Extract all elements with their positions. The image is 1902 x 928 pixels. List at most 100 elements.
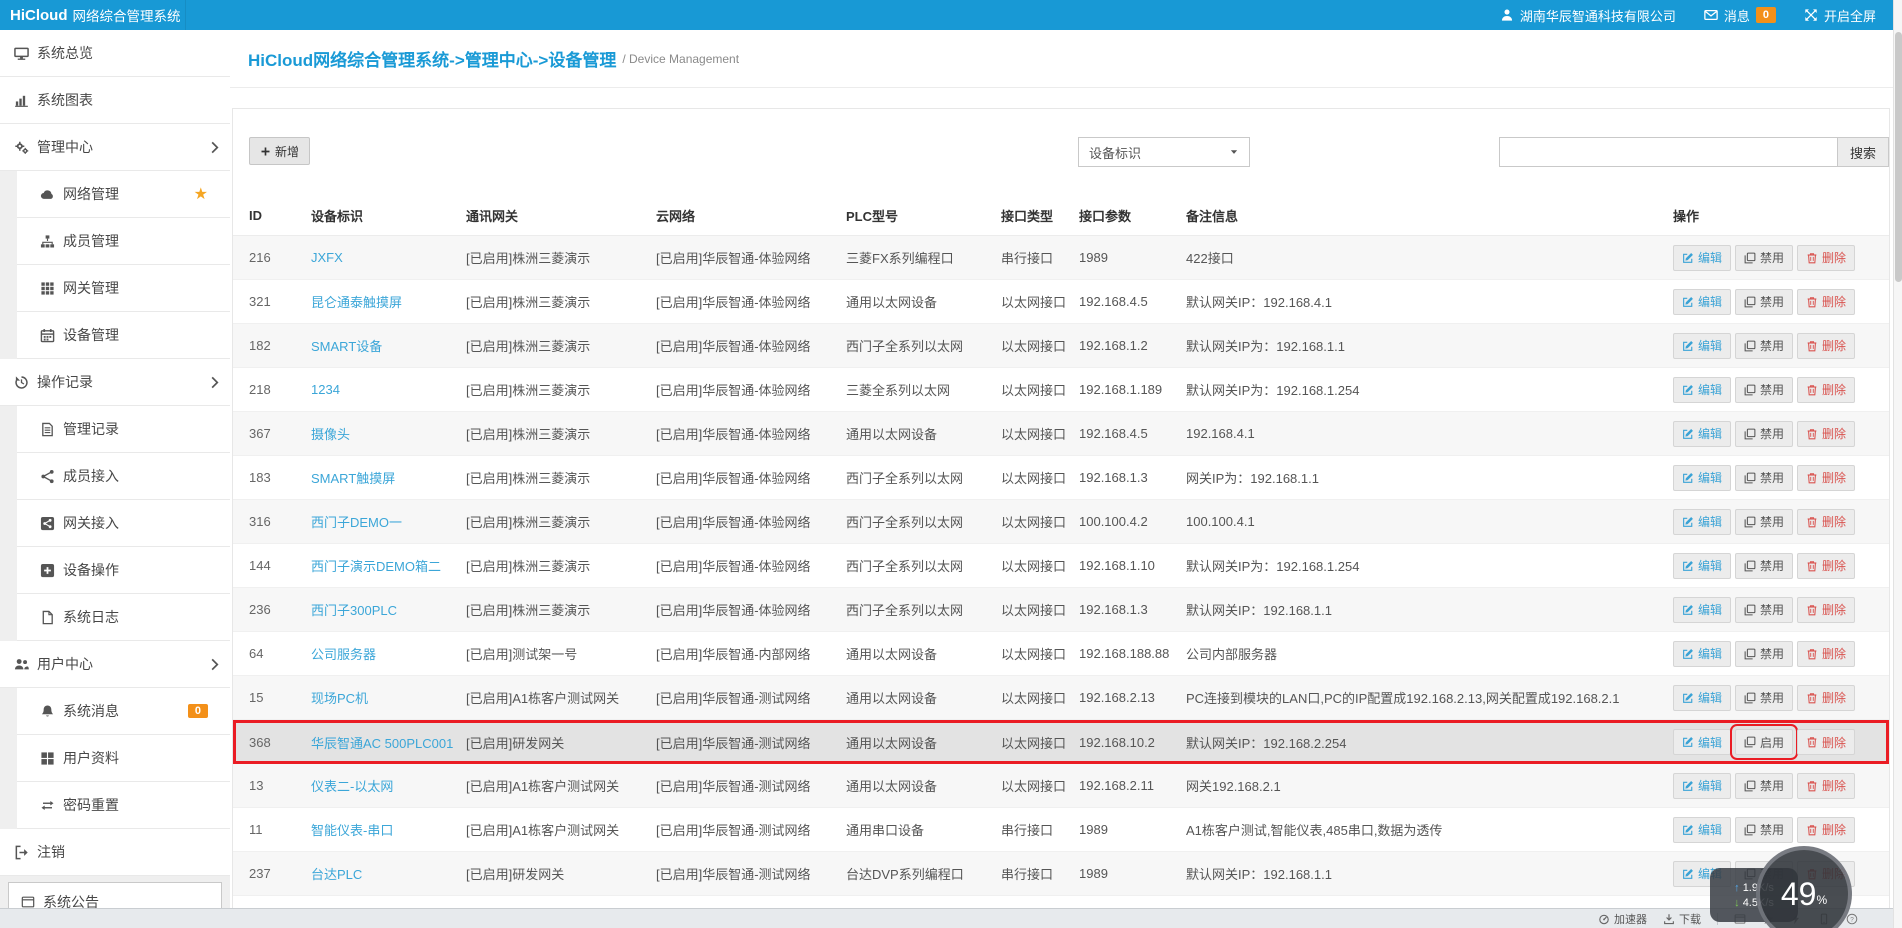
sidebar-item-15[interactable]: 用户资料 (17, 735, 230, 782)
device-link[interactable]: 仪表二-以太网 (311, 779, 393, 794)
scrollbar-thumb[interactable] (1895, 32, 1902, 282)
delete-button[interactable]: 删除 (1797, 464, 1856, 491)
edit-button[interactable]: 编辑 (1673, 684, 1732, 711)
device-link[interactable]: JXFX (311, 250, 343, 265)
delete-button[interactable]: 删除 (1797, 816, 1856, 843)
edit-button[interactable]: 编辑 (1673, 596, 1732, 623)
device-link[interactable]: SMART设备 (311, 339, 382, 354)
sidebar-item-0[interactable]: 系统总览 (0, 30, 230, 77)
cell-interface-param: 192.168.10.2 (1079, 734, 1155, 750)
disable-button[interactable]: 禁用 (1735, 508, 1794, 535)
sidebar-item-5[interactable]: 网关管理 (17, 265, 230, 312)
device-link[interactable]: 昆仑通泰触摸屏 (311, 295, 402, 310)
delete-button[interactable]: 删除 (1797, 420, 1856, 447)
device-link[interactable]: 西门子演示DEMO箱二 (311, 559, 441, 574)
disable-button[interactable]: 禁用 (1735, 772, 1794, 799)
device-link[interactable]: 智能仪表-串口 (311, 823, 393, 838)
sidebar-item-16[interactable]: 密码重置 (17, 782, 230, 829)
device-link[interactable]: 现场PC机 (311, 691, 368, 706)
disable-button[interactable]: 禁用 (1735, 464, 1794, 491)
cell-cloud-network: [已启用]华辰智通-测试网络 (656, 779, 811, 794)
sidebar-item-7[interactable]: 操作记录 (0, 359, 230, 406)
edit-button[interactable]: 编辑 (1673, 816, 1732, 843)
edit-button[interactable]: 编辑 (1673, 772, 1732, 799)
search-group: 搜索 (1499, 137, 1889, 167)
disable-button[interactable]: 禁用 (1735, 640, 1794, 667)
sidebar-item-10[interactable]: 网关接入 (17, 500, 230, 547)
company-menu[interactable]: 湖南华辰智通科技有限公司 (1500, 6, 1676, 25)
edit-button[interactable]: 编辑 (1673, 288, 1732, 315)
device-link[interactable]: 台达PLC (311, 867, 362, 882)
sidebar-item-9[interactable]: 成员接入 (17, 453, 230, 500)
sidebar-item-12[interactable]: 系统日志 (17, 594, 230, 641)
disable-button[interactable]: 禁用 (1735, 376, 1794, 403)
delete-button[interactable]: 删除 (1797, 684, 1856, 711)
cell-id: 236 (249, 602, 271, 617)
search-field-select[interactable]: 设备标识 (1078, 137, 1250, 167)
accelerator-icon (1598, 913, 1610, 925)
device-link[interactable]: 摄像头 (311, 427, 350, 442)
device-link[interactable]: 1234 (311, 382, 340, 397)
edit-button[interactable]: 编辑 (1673, 552, 1732, 579)
delete-button[interactable]: 删除 (1797, 332, 1856, 359)
add-device-button[interactable]: 新增 (249, 137, 311, 165)
cell-interface-param: 192.168.2.11 (1079, 778, 1154, 793)
enable-button[interactable]: 启用 (1730, 724, 1799, 760)
device-link[interactable]: 西门子300PLC (311, 603, 397, 618)
sidebar-item-3[interactable]: 网络管理 ★ (17, 171, 230, 218)
delete-button[interactable]: 删除 (1797, 288, 1856, 315)
edit-icon (1682, 868, 1694, 880)
disable-button[interactable]: 禁用 (1735, 288, 1794, 315)
edit-button[interactable]: 编辑 (1673, 244, 1732, 271)
sidebar-item-8[interactable]: 管理记录 (17, 406, 230, 453)
sidebar-item-14[interactable]: 系统消息 0 (17, 688, 230, 735)
edit-button[interactable]: 编辑 (1673, 464, 1732, 491)
edit-button[interactable]: 编辑 (1673, 420, 1732, 447)
search-input[interactable] (1499, 137, 1837, 167)
edit-button[interactable]: 编辑 (1673, 376, 1732, 403)
percent-sign: % (1816, 893, 1828, 907)
disable-button[interactable]: 禁用 (1735, 332, 1794, 359)
delete-button[interactable]: 删除 (1797, 552, 1856, 579)
edit-button[interactable]: 编辑 (1673, 508, 1732, 535)
search-button[interactable]: 搜索 (1837, 137, 1889, 167)
disable-button[interactable]: 禁用 (1735, 244, 1794, 271)
device-link[interactable]: 华辰智通AC 500PLC001 (311, 736, 453, 751)
disable-button[interactable]: 禁用 (1735, 816, 1794, 843)
clone-icon (1744, 824, 1756, 836)
fullscreen-button[interactable]: 开启全屏 (1804, 6, 1876, 25)
sidebar-item-4[interactable]: 成员管理 (17, 218, 230, 265)
disable-button[interactable]: 禁用 (1735, 552, 1794, 579)
accelerator-button[interactable]: 加速器 (1598, 911, 1647, 927)
disable-button[interactable]: 禁用 (1735, 596, 1794, 623)
edit-button[interactable]: 编辑 (1673, 729, 1732, 755)
sidebar-item-6[interactable]: 设备管理 (17, 312, 230, 359)
cloud-icon (40, 187, 55, 202)
disable-button[interactable]: 禁用 (1735, 684, 1794, 711)
delete-button[interactable]: 删除 (1797, 244, 1856, 271)
delete-button[interactable]: 删除 (1797, 596, 1856, 623)
delete-button[interactable]: 删除 (1797, 508, 1856, 535)
cell-interface-param: 192.168.1.3 (1079, 602, 1148, 617)
sidebar-item-11[interactable]: 设备操作 (17, 547, 230, 594)
vertical-scrollbar[interactable] (1893, 0, 1902, 928)
device-link[interactable]: 公司服务器 (311, 647, 376, 662)
sidebar-item-13[interactable]: 用户中心 (0, 641, 230, 688)
sidebar-item-17[interactable]: 注销 (0, 829, 230, 876)
help-icon[interactable]: ? (1846, 913, 1858, 925)
device-link[interactable]: SMART触摸屏 (311, 471, 395, 486)
delete-button[interactable]: 删除 (1797, 772, 1856, 799)
sidebar-item-2[interactable]: 管理中心 (0, 124, 230, 171)
device-link[interactable]: 西门子DEMO一 (311, 515, 402, 530)
delete-button[interactable]: 删除 (1797, 376, 1856, 403)
delete-button[interactable]: 删除 (1797, 729, 1856, 755)
cell-plc-model: 通用以太网设备 (846, 735, 938, 751)
disable-button[interactable]: 禁用 (1735, 420, 1794, 447)
sidebar-item-1[interactable]: 系统图表 (0, 77, 230, 124)
download-button[interactable]: 下载 (1663, 911, 1701, 927)
edit-button[interactable]: 编辑 (1673, 332, 1732, 359)
table-row-highlighted: 368 华辰智通AC 500PLC001 [已启用]研发网关 [已启用]华辰智通-测试… (233, 720, 1889, 764)
messages-menu[interactable]: 消息 0 (1704, 6, 1776, 25)
edit-button[interactable]: 编辑 (1673, 640, 1732, 667)
delete-button[interactable]: 删除 (1797, 640, 1856, 667)
